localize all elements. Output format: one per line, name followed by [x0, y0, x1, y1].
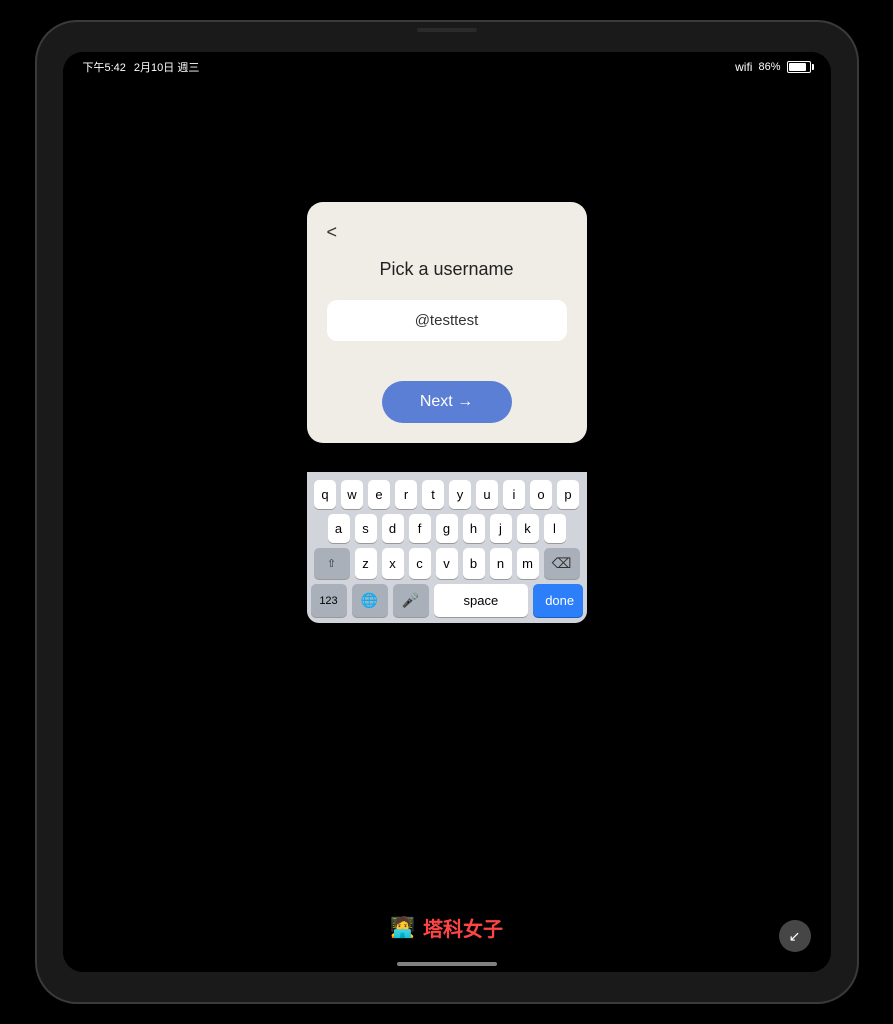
screen-content: < Pick a username Next → q w e r t y u — [63, 82, 831, 972]
expand-arrow: ↙ — [789, 928, 801, 945]
next-button[interactable]: Next → — [382, 381, 512, 423]
watermark-emoji: 🧑‍💻 — [390, 915, 415, 940]
status-left: 下午5:42 2月10日 週三 — [83, 59, 200, 75]
key-c[interactable]: c — [409, 548, 431, 579]
globe-key[interactable]: 🌐 — [352, 584, 388, 617]
home-indicator — [397, 962, 497, 966]
mic-key[interactable]: 🎤 — [393, 584, 429, 617]
key-y[interactable]: y — [449, 480, 471, 509]
key-j[interactable]: j — [490, 514, 512, 543]
battery-icon — [787, 61, 811, 73]
key-t[interactable]: t — [422, 480, 444, 509]
shift-key[interactable]: ⇧ — [314, 548, 350, 579]
key-h[interactable]: h — [463, 514, 485, 543]
modal-card: < Pick a username Next → — [307, 202, 587, 443]
username-input[interactable] — [327, 300, 567, 341]
keyboard-row-1: q w e r t y u i o p — [311, 480, 583, 509]
key-e[interactable]: e — [368, 480, 390, 509]
key-m[interactable]: m — [517, 548, 539, 579]
battery-percent: 86% — [758, 61, 780, 73]
key-r[interactable]: r — [395, 480, 417, 509]
key-a[interactable]: a — [328, 514, 350, 543]
keyboard-row-2: a s d f g h j k l — [311, 514, 583, 543]
backspace-key[interactable]: ⌫ — [544, 548, 580, 579]
status-bar: 下午5:42 2月10日 週三 wifi 86% — [63, 52, 831, 82]
watermark: 🧑‍💻 塔科女子 — [390, 913, 503, 942]
back-button[interactable]: < — [327, 222, 338, 243]
time: 下午5:42 — [83, 59, 126, 75]
key-v[interactable]: v — [436, 548, 458, 579]
ipad-screen: 下午5:42 2月10日 週三 wifi 86% < Pick a userna… — [63, 52, 831, 972]
camera-notch — [417, 28, 477, 32]
keyboard: q w e r t y u i o p a s d f g — [307, 472, 587, 623]
battery-fill — [789, 63, 806, 71]
key-b[interactable]: b — [463, 548, 485, 579]
ipad-frame: 下午5:42 2月10日 週三 wifi 86% < Pick a userna… — [37, 22, 857, 1002]
key-q[interactable]: q — [314, 480, 336, 509]
expand-icon[interactable]: ↙ — [779, 920, 811, 952]
key-k[interactable]: k — [517, 514, 539, 543]
key-n[interactable]: n — [490, 548, 512, 579]
key-i[interactable]: i — [503, 480, 525, 509]
key-f[interactable]: f — [409, 514, 431, 543]
date: 2月10日 週三 — [134, 59, 199, 75]
key-p[interactable]: p — [557, 480, 579, 509]
key-123[interactable]: 123 — [311, 584, 347, 617]
status-right: wifi 86% — [735, 60, 810, 74]
space-key[interactable]: space — [434, 584, 529, 617]
key-z[interactable]: z — [355, 548, 377, 579]
next-button-label: Next → — [420, 393, 473, 411]
key-w[interactable]: w — [341, 480, 363, 509]
key-o[interactable]: o — [530, 480, 552, 509]
key-d[interactable]: d — [382, 514, 404, 543]
pick-username-title: Pick a username — [327, 259, 567, 280]
key-u[interactable]: u — [476, 480, 498, 509]
watermark-text: 塔科女子 — [423, 913, 503, 942]
keyboard-row-3: ⇧ z x c v b n m ⌫ — [311, 548, 583, 579]
key-s[interactable]: s — [355, 514, 377, 543]
wifi-icon: wifi — [735, 60, 752, 74]
key-l[interactable]: l — [544, 514, 566, 543]
done-key[interactable]: done — [533, 584, 582, 617]
key-g[interactable]: g — [436, 514, 458, 543]
keyboard-bottom-row: 123 🌐 🎤 space done — [311, 584, 583, 617]
key-x[interactable]: x — [382, 548, 404, 579]
